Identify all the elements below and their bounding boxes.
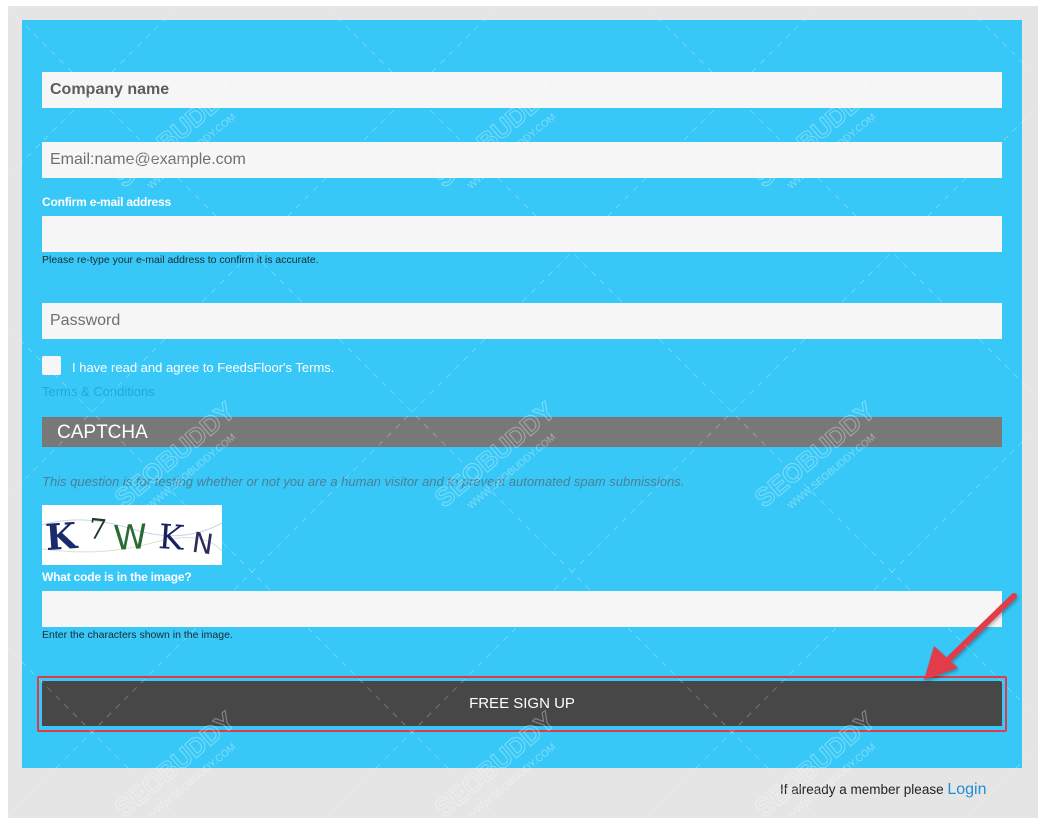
member-login-line: If already a member please Login — [780, 781, 987, 799]
login-link[interactable]: Login — [947, 781, 986, 798]
captcha-image: K 7 W K N — [41, 505, 223, 565]
confirm-email-help: Please re-type your e-mail address to co… — [42, 254, 319, 266]
agree-label: I have read and agree to FeedsFloor's Te… — [72, 360, 335, 375]
terms-link[interactable]: Terms & Conditions — [42, 384, 155, 399]
free-signup-button[interactable]: FREE SIGN UP — [42, 681, 1002, 726]
captcha-code-label: What code is in the image? — [42, 570, 192, 584]
captcha-header: CAPTCHA — [42, 417, 1002, 447]
captcha-char-3: W — [113, 517, 149, 559]
member-text: If already a member please — [780, 782, 948, 797]
captcha-code-help: Enter the characters shown in the image. — [42, 629, 233, 641]
captcha-char-4: K — [157, 517, 186, 559]
password-input[interactable] — [42, 303, 1002, 339]
email-input[interactable] — [42, 142, 1002, 178]
captcha-description: This question is for testing whether or … — [42, 474, 685, 489]
company-name-input[interactable] — [42, 72, 1002, 108]
agree-checkbox[interactable] — [42, 356, 61, 375]
confirm-email-input[interactable] — [42, 216, 1002, 252]
captcha-char-2: 7 — [87, 512, 108, 547]
captcha-title: CAPTCHA — [57, 422, 148, 443]
confirm-email-label: Confirm e-mail address — [42, 195, 171, 209]
captcha-code-input[interactable] — [42, 591, 1002, 627]
signup-panel — [22, 20, 1022, 768]
captcha-char-1: K — [44, 515, 80, 559]
captcha-char-5: N — [190, 526, 215, 562]
